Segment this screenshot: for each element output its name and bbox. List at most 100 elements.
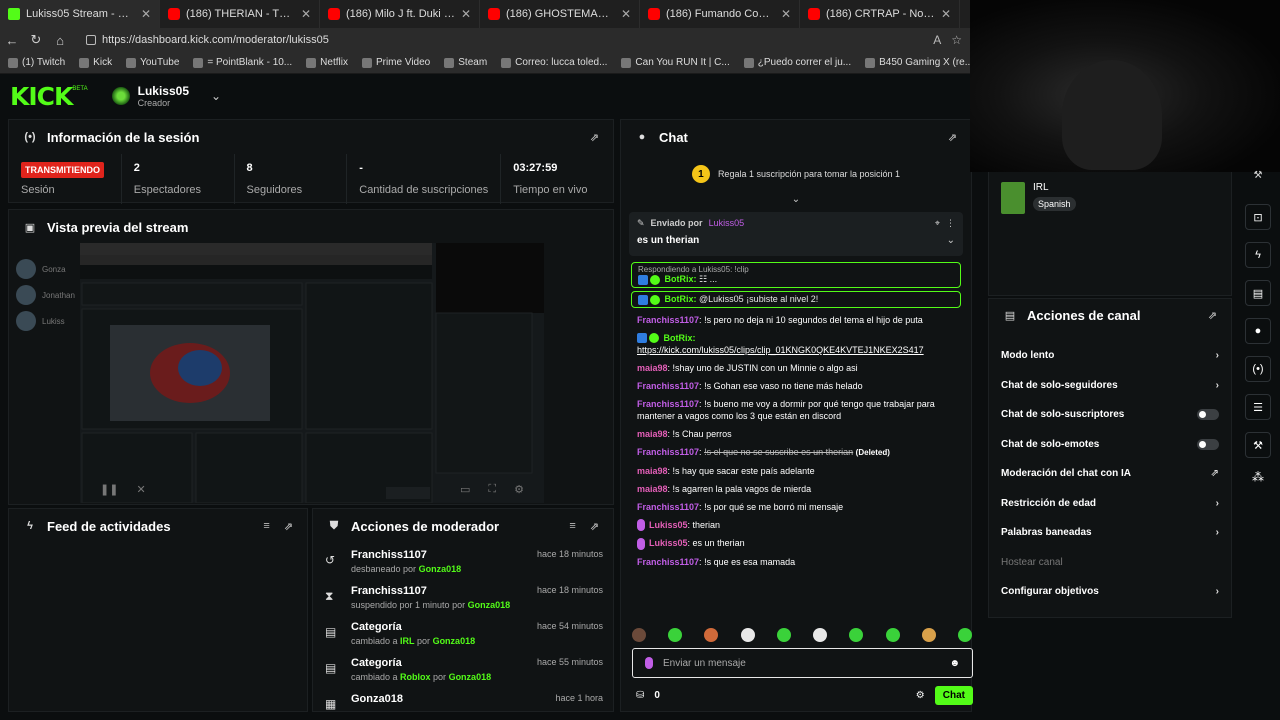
pinned-message[interactable]: ✎ Enviado por Lukiss05 ⌖ ⋮ es un therian ⌄ xyxy=(629,212,963,256)
pause-icon[interactable]: ❚❚ xyxy=(100,483,118,496)
close-tab-icon[interactable]: ✕ xyxy=(141,7,151,21)
settings-icon[interactable]: ⚙ xyxy=(514,483,524,496)
stream-category[interactable]: IRL xyxy=(1033,182,1076,193)
clip-link[interactable]: https://kick.com/lukiss05/clips/clip_01K… xyxy=(637,345,924,355)
chat-username[interactable]: maia98 xyxy=(637,363,668,373)
tab-youtube-3[interactable]: (186) GHOSTEMANE - Mercury - V ✕ xyxy=(480,0,640,28)
bookmark-item[interactable]: Kick xyxy=(79,57,112,68)
popout-icon[interactable]: ⇗ xyxy=(1208,309,1217,322)
tab-kick-dashboard[interactable]: Lukiss05 Stream - Kick Dashboard ✕ xyxy=(0,0,160,28)
preview-toggle-icon[interactable]: ⊡ xyxy=(1245,204,1271,230)
back-icon[interactable]: ← xyxy=(0,33,24,48)
chat-username[interactable]: maia98 xyxy=(637,429,668,439)
filter-icon[interactable]: ≡ xyxy=(263,520,269,533)
moderator-name[interactable]: Gonza018 xyxy=(433,636,476,646)
filter-icon[interactable]: ≡ xyxy=(569,520,575,533)
chat-message[interactable]: maia98: !s agarren la pala vagos de mier… xyxy=(637,483,955,495)
bookmark-item[interactable]: Steam xyxy=(444,57,487,68)
chat-message[interactable]: Franchiss1107: !s que es esa mamada xyxy=(637,556,955,568)
tools-icon[interactable]: ⚒ xyxy=(1245,432,1271,458)
apps-icon[interactable]: ⁂ xyxy=(1252,470,1264,484)
chat-message[interactable]: Lukiss05: es un therian xyxy=(637,537,955,550)
chat-message[interactable]: Lukiss05: therian xyxy=(637,519,955,532)
emote-icon[interactable] xyxy=(632,628,646,642)
category-name[interactable]: IRL xyxy=(400,636,415,646)
channel-action-item[interactable]: Chat de solo-seguidores › xyxy=(989,371,1231,401)
emote-icon[interactable] xyxy=(776,628,791,642)
broadcast-icon[interactable]: (•) xyxy=(1245,356,1271,382)
emote-icon[interactable] xyxy=(957,628,972,642)
chevron-down-icon[interactable]: ⌄ xyxy=(947,235,955,246)
category-thumbnail[interactable] xyxy=(1001,182,1025,214)
bookmark-item[interactable]: Correo: lucca toled... xyxy=(501,57,607,68)
channel-action-item[interactable]: Restricción de edad › xyxy=(989,489,1231,519)
bookmark-item[interactable]: = PointBlank - 10... xyxy=(193,57,292,68)
chat-username[interactable]: Franchiss1107 xyxy=(637,557,699,567)
unpin-icon[interactable]: ⌖ xyxy=(935,218,940,229)
pinned-user[interactable]: Lukiss05 xyxy=(709,218,745,229)
favorite-star-icon[interactable]: ☆ xyxy=(951,33,962,47)
popout-icon[interactable]: ⇗ xyxy=(590,131,599,144)
bookmark-item[interactable]: Can You RUN It | C... xyxy=(621,57,730,68)
toggle-switch[interactable] xyxy=(1197,409,1219,421)
reply-message[interactable]: Respondiendo a Lukiss05: !clip BotRix: ☷… xyxy=(631,262,961,288)
bookmark-item[interactable]: Prime Video xyxy=(361,57,430,68)
chat-message[interactable]: Franchiss1107: !s pero no deja ni 10 seg… xyxy=(637,314,955,326)
chat-message[interactable]: BotRix: https://kick.com/lukiss05/clips/c… xyxy=(637,332,955,356)
channel-action-item[interactable]: Chat de solo-emotes xyxy=(989,430,1231,460)
channel-action-item[interactable]: Palabras baneadas › xyxy=(989,518,1231,548)
bookmark-item[interactable]: (1) Twitch xyxy=(8,57,65,68)
chat-username[interactable]: Lukiss05 xyxy=(649,520,688,530)
wrench-icon[interactable]: ⚒ xyxy=(1254,170,1263,181)
channel-switcher[interactable]: Lukiss05 Creador ⌄ xyxy=(111,84,221,108)
site-info-icon[interactable] xyxy=(86,35,96,45)
tab-youtube-4[interactable]: (186) Fumando Con Marcianos - Y ✕ xyxy=(640,0,800,28)
chat-username[interactable]: maia98 xyxy=(637,466,668,476)
tab-youtube-5[interactable]: (186) CRTRAP - No los vi (PROD. L ✕ xyxy=(800,0,960,28)
read-aloud-icon[interactable]: A xyxy=(933,33,941,47)
theater-icon[interactable]: ▭ xyxy=(460,483,470,496)
chat-username[interactable]: BotRix: xyxy=(664,333,696,343)
bookmark-item[interactable]: B450 Gaming X (re... xyxy=(865,57,970,68)
emote-icon[interactable] xyxy=(849,628,864,642)
close-tab-icon[interactable]: ✕ xyxy=(301,7,311,21)
document-icon[interactable]: ▤ xyxy=(1245,280,1271,306)
close-tab-icon[interactable]: ✕ xyxy=(781,7,791,21)
chat-username[interactable]: BotRix: xyxy=(665,274,697,284)
chat-message[interactable]: maia98: !shay uno de JUSTIN con un Minni… xyxy=(637,362,955,374)
popout-icon[interactable]: ⇗ xyxy=(948,131,957,144)
chat-message[interactable]: maia98: !s hay que sacar este país adela… xyxy=(637,465,955,477)
tab-youtube-2[interactable]: (186) Milo J ft. Duki - Rocha (IA) - ✕ xyxy=(320,0,480,28)
emote-icon[interactable] xyxy=(921,628,936,642)
stream-preview-video[interactable] xyxy=(80,243,544,503)
mute-icon[interactable]: ✕ xyxy=(136,483,145,496)
emote-icon[interactable] xyxy=(885,628,900,642)
close-tab-icon[interactable]: ✕ xyxy=(621,7,631,21)
chat-settings-icon[interactable]: ⚙ xyxy=(916,690,925,701)
chat-message[interactable]: Franchiss1107: !s Gohan ese vaso no tien… xyxy=(637,380,955,392)
chat-username[interactable]: maia98 xyxy=(637,484,668,494)
bookmark-item[interactable]: ¿Puedo correr el ju... xyxy=(743,57,851,68)
category-name[interactable]: Roblox xyxy=(400,672,431,682)
channel-action-item[interactable]: Chat de solo-suscriptores xyxy=(989,400,1231,430)
moderator-name[interactable]: Gonza018 xyxy=(449,672,492,682)
chat-message[interactable]: Franchiss1107: !s el que no se suscribe … xyxy=(637,446,955,459)
moderator-name[interactable]: Gonza018 xyxy=(419,564,462,574)
chat-message[interactable]: Franchiss1107: !s bueno me voy a dormir … xyxy=(637,398,955,422)
home-icon[interactable]: ⌂ xyxy=(48,33,72,48)
channel-action-item[interactable]: Modo lento › xyxy=(989,341,1231,371)
toggle-switch[interactable] xyxy=(1197,438,1219,450)
chat-username[interactable]: Franchiss1107 xyxy=(637,381,699,391)
mod-actions-icon[interactable]: ☰ xyxy=(1245,394,1271,420)
moderator-name[interactable]: Gonza018 xyxy=(468,600,511,610)
chat-username[interactable]: Franchiss1107 xyxy=(637,502,699,512)
chat-username[interactable]: BotRix: xyxy=(665,294,697,304)
sub-leaderboard-banner[interactable]: 1 Regala 1 suscripción para tomar la posi… xyxy=(621,154,971,194)
popout-icon[interactable]: ⇗ xyxy=(590,520,599,533)
emote-icon[interactable] xyxy=(704,628,719,642)
chat-username[interactable]: Franchiss1107 xyxy=(637,399,699,409)
channel-action-item[interactable]: Configurar objetivos › xyxy=(989,577,1231,607)
send-chat-button[interactable]: Chat xyxy=(934,685,973,705)
bookmark-item[interactable]: YouTube xyxy=(126,57,179,68)
emote-icon[interactable] xyxy=(813,628,828,642)
